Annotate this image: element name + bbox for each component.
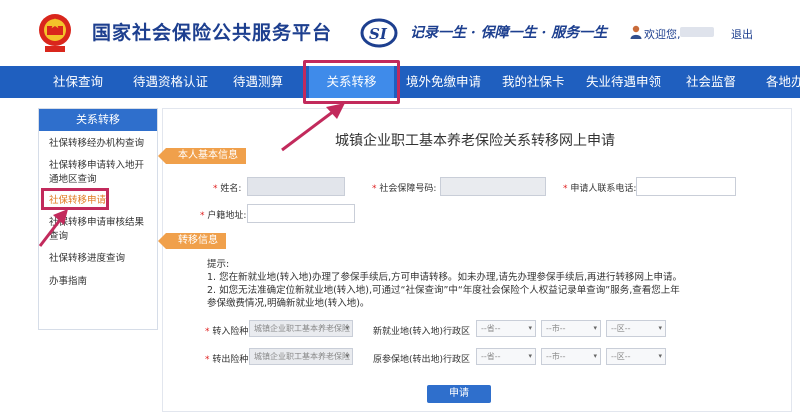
arrow-to-nav-icon (281, 103, 345, 152)
arrow-to-sidebar-icon (38, 209, 68, 247)
annotation-arrows (38, 103, 345, 247)
